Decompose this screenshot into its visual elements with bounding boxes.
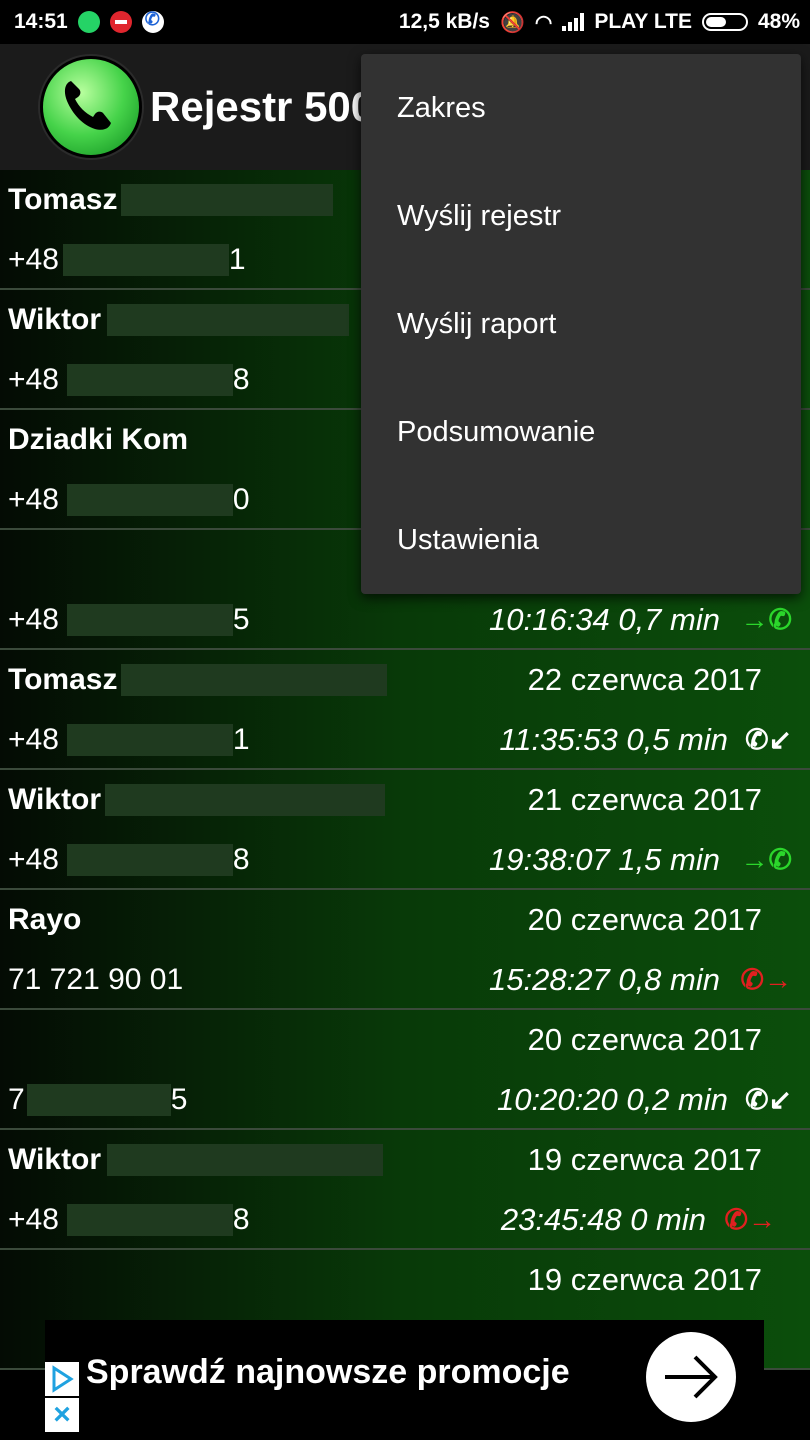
redacted-block	[105, 784, 386, 816]
ad-banner[interactable]: × Sprawdź najnowsze promocje	[45, 1320, 764, 1432]
redacted-block	[26, 1084, 171, 1116]
status-right: 12,5 kB/s 🔕 ◠ PLAY LTE 48%	[399, 10, 810, 35]
call-time-duration: 15:28:27 0,8 min	[489, 962, 720, 997]
phone-handset-icon	[64, 81, 111, 130]
menu-item-send-report[interactable]: Wyślij raport	[361, 270, 801, 378]
contact-name: Tomasz	[8, 183, 118, 216]
call-time-duration: 10:16:34 0,7 min	[489, 602, 720, 637]
redacted-block	[66, 724, 233, 756]
battery-icon	[701, 13, 748, 31]
redacted-block	[107, 1144, 384, 1176]
phone-number-prefix: +48	[8, 363, 59, 396]
outgoing-call-icon: →✆	[740, 844, 792, 875]
call-time-duration: 10:20:20 0,2 min	[497, 1082, 728, 1117]
whatsapp-icon	[77, 11, 100, 33]
phone-number: 71 721 90 01	[8, 963, 184, 996]
menu-item-summary[interactable]: Podsumowanie	[361, 378, 801, 486]
contact-name: Dziadki Kom	[8, 423, 189, 456]
do-not-disturb-icon	[109, 11, 132, 33]
app-title: Rejestr 500	[150, 83, 375, 130]
call-date: 19 czerwca 2017	[527, 1142, 762, 1177]
missed-call-icon: ✆→	[724, 1204, 776, 1235]
wifi-icon: ◠	[534, 11, 553, 34]
phone-number-suffix: 8	[232, 1203, 250, 1236]
phone-number-prefix: 7	[8, 1083, 25, 1116]
status-bar: 14:51 12,5 kB/s 🔕 ◠ PLAY LTE 48%	[0, 0, 810, 44]
phone-number-suffix: 8	[232, 363, 250, 396]
redacted-block	[121, 664, 388, 696]
redacted-block	[121, 184, 334, 216]
overflow-menu: Zakres Wyślij rejestr Wyślij raport Pods…	[361, 54, 801, 594]
phone-number-suffix: 5	[170, 1083, 188, 1116]
call-time-duration: 11:35:53 0,5 min	[499, 722, 728, 757]
close-ad-icon[interactable]: ×	[45, 1398, 79, 1432]
contact-name: Wiktor	[8, 783, 102, 816]
call-log-row[interactable]: 20 czerwca 2017 7 5 10:20:20 0,2 min ✆↙	[0, 1010, 810, 1130]
ad-text[interactable]: Sprawdź najnowsze promocje	[86, 1353, 570, 1392]
menu-item-settings[interactable]: Ustawienia	[361, 486, 801, 594]
phone-number-prefix: +48	[8, 483, 59, 516]
missed-call-icon: ✆→	[740, 964, 792, 995]
contact-name: Wiktor	[8, 1143, 102, 1176]
call-date: 22 czerwca 2017	[527, 662, 762, 697]
call-log-row[interactable]: Wiktor 21 czerwca 2017 +48 8 19:38:07 1,…	[0, 770, 810, 890]
redacted-block	[66, 604, 233, 636]
clock: 14:51	[14, 10, 68, 33]
arrow-right-icon	[665, 1355, 718, 1399]
phone-number-prefix: +48	[8, 843, 59, 876]
menu-item-zakres[interactable]: Zakres	[361, 54, 801, 162]
redacted-block	[62, 244, 229, 276]
outgoing-call-icon: →✆	[740, 604, 792, 635]
call-log-row[interactable]: Wiktor 19 czerwca 2017 +48 8 23:45:48 0 …	[0, 1130, 810, 1250]
call-time-duration: 23:45:48 0 min	[500, 1202, 706, 1237]
mute-icon: 🔕	[499, 11, 525, 34]
contact-name: Rayo	[8, 903, 82, 936]
phone-number-suffix: 5	[232, 603, 250, 636]
phone-number-suffix: 0	[232, 483, 250, 516]
call-date: 20 czerwca 2017	[527, 902, 762, 937]
incoming-call-icon: ✆↙	[745, 1084, 792, 1115]
call-time-duration: 19:38:07 1,5 min	[489, 842, 720, 877]
phone-number-suffix: 1	[232, 723, 250, 756]
network-speed: 12,5 kB/s	[398, 10, 490, 33]
call-date: 19 czerwca 2017	[527, 1262, 762, 1297]
redacted-block	[107, 304, 350, 336]
phone-number-prefix: +48	[8, 243, 59, 276]
phone-number-suffix: 8	[232, 843, 250, 876]
carrier-name: PLAY LTE	[594, 10, 692, 33]
incoming-call-icon: ✆↙	[745, 724, 792, 755]
app-logo-icon	[40, 56, 142, 158]
phone-number-suffix: 1	[228, 243, 246, 276]
redacted-block	[66, 1204, 233, 1236]
phone-number-prefix: +48	[8, 723, 59, 756]
battery-percent: 48%	[757, 10, 800, 33]
contact-name: Tomasz	[8, 663, 118, 696]
ad-arrow-button[interactable]	[646, 1332, 736, 1422]
contact-name: Wiktor	[8, 303, 102, 336]
phone-number-prefix: +48	[8, 1203, 59, 1236]
call-date: 21 czerwca 2017	[527, 782, 762, 817]
phone-number-prefix: +48	[8, 603, 59, 636]
redacted-block	[66, 484, 233, 516]
call-log-row[interactable]: Tomasz 22 czerwca 2017 +48 1 11:35:53 0,…	[0, 650, 810, 770]
menu-item-send-log[interactable]: Wyślij rejestr	[361, 162, 801, 270]
redacted-block	[66, 844, 233, 876]
redacted-block	[66, 364, 233, 396]
signal-icon	[562, 13, 585, 31]
status-left: 14:51	[0, 9, 164, 34]
phone-notification-icon	[141, 9, 164, 33]
adchoices-icon[interactable]	[45, 1362, 79, 1396]
call-date: 20 czerwca 2017	[527, 1022, 762, 1057]
call-log-row[interactable]: Rayo 20 czerwca 2017 71 721 90 01 15:28:…	[0, 890, 810, 1010]
